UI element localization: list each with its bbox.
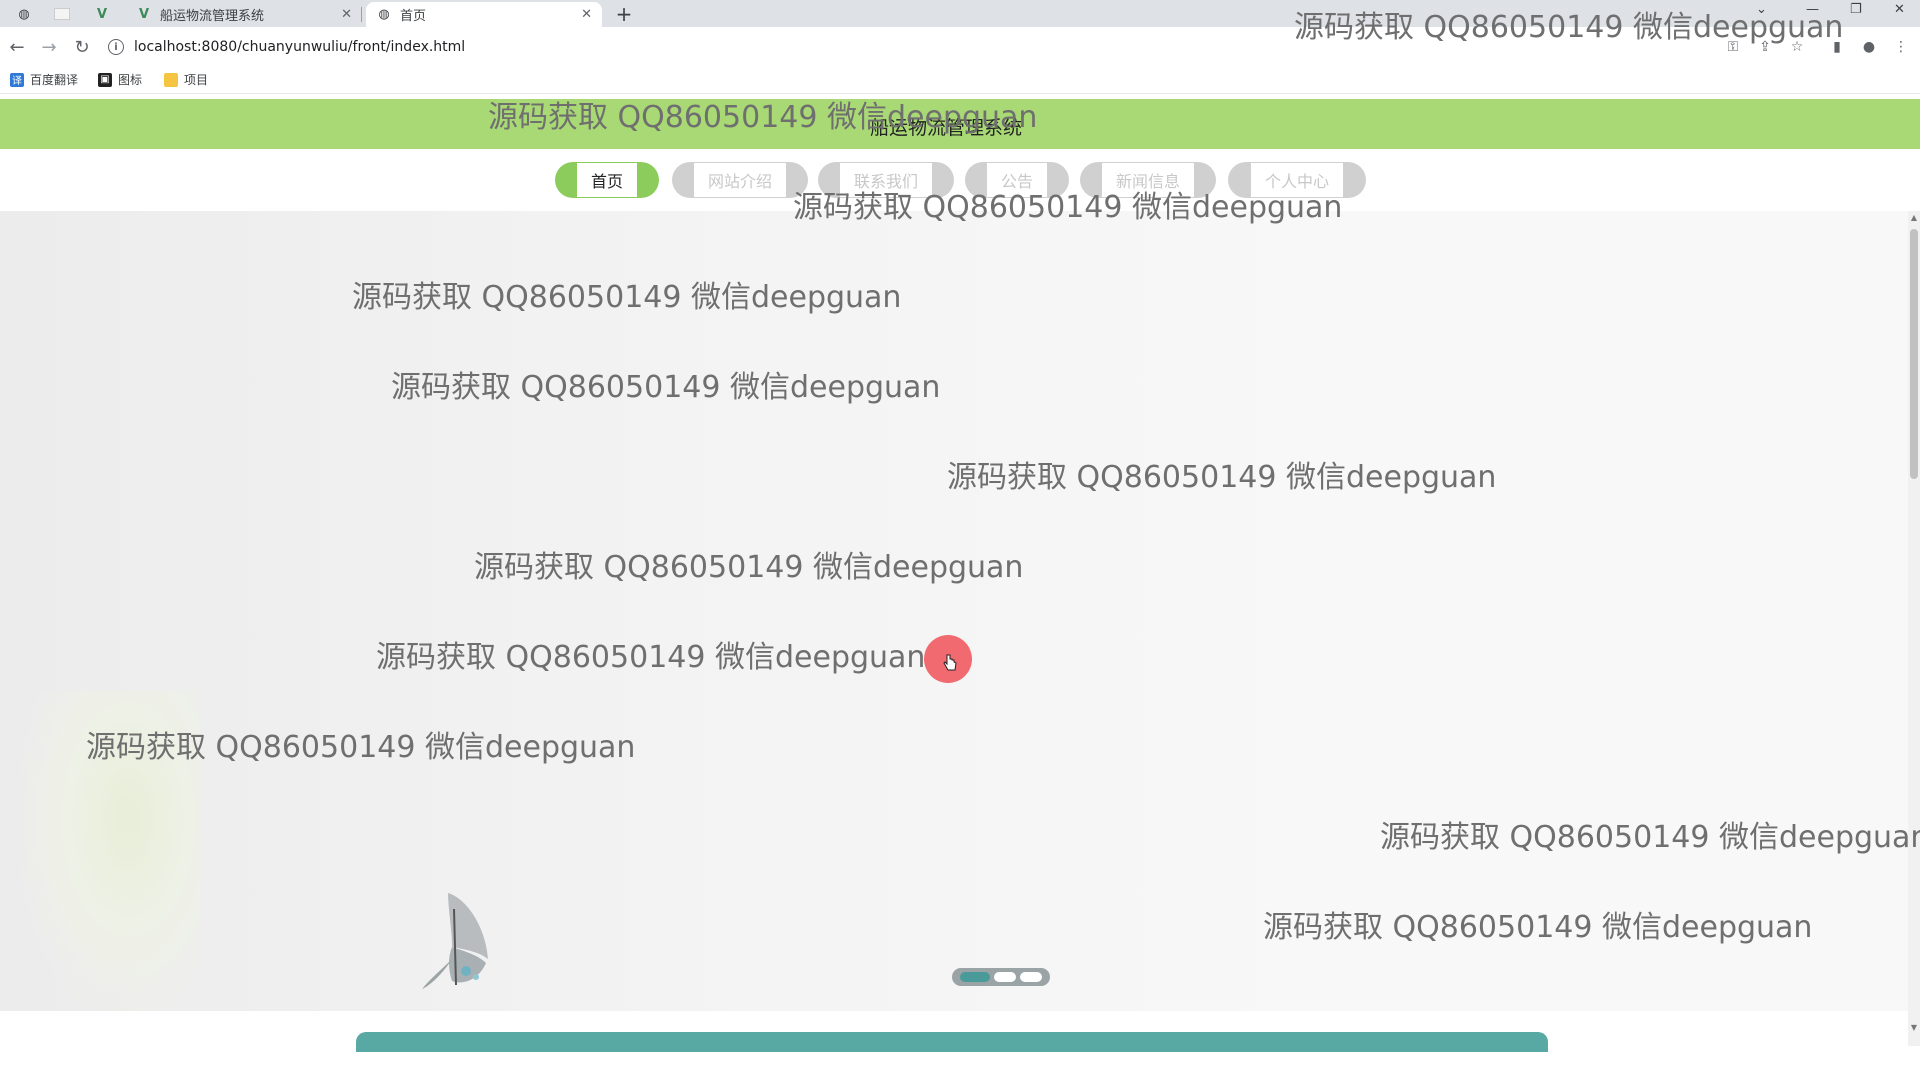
- watermark-text: 源码获取 QQ86050149 微信deepguan: [1380, 820, 1920, 855]
- bookmark-label: 图标: [118, 73, 143, 87]
- pinned-tab-blank[interactable]: [48, 3, 76, 25]
- arrow-right-icon: →: [41, 36, 57, 58]
- nav-item-home[interactable]: 首页: [555, 162, 659, 198]
- vue-logo-icon: V: [138, 7, 150, 22]
- bookmarks-bar: 译 百度翻译 ▣ 图标 项目: [0, 67, 1920, 94]
- bookmark-label: 项目: [184, 73, 209, 87]
- page-scrollbar[interactable]: ▲ ▼: [1908, 211, 1920, 1046]
- bookmark-baidu-translate[interactable]: 译 百度翻译: [10, 71, 78, 88]
- url-text: localhost:8080/chuanyunwuliu/front/index…: [134, 39, 466, 55]
- profile-icon[interactable]: ●: [1858, 36, 1880, 58]
- close-window-icon[interactable]: ✕: [1894, 2, 1905, 17]
- info-icon[interactable]: i: [108, 39, 124, 55]
- scroll-up-icon[interactable]: ▲: [1910, 213, 1918, 222]
- image-icon: ▣: [98, 72, 112, 87]
- watermark-text: 源码获取 QQ86050149 微信deepguan: [1263, 910, 1813, 945]
- nav-item-label: 首页: [576, 163, 637, 197]
- tab-management-system[interactable]: V 船运物流管理系统 ✕: [126, 2, 362, 27]
- globe-icon: ◍: [18, 6, 30, 22]
- butterfly-image: [422, 893, 488, 989]
- carousel-dot[interactable]: [1020, 972, 1042, 982]
- carousel-dot[interactable]: [960, 972, 990, 982]
- watermark-text: 源码获取 QQ86050149 微信deepguan: [376, 640, 926, 675]
- watermark-text: 源码获取 QQ86050149 微信deepguan: [474, 550, 1024, 585]
- tab-title: 船运物流管理系统: [160, 9, 265, 24]
- blank-page-icon: [54, 8, 70, 20]
- pinned-tab-globe[interactable]: ◍: [10, 3, 38, 25]
- arrow-left-icon: ←: [9, 36, 25, 58]
- globe-icon: ◍: [378, 7, 390, 22]
- nav-item-about[interactable]: 网站介绍: [672, 162, 808, 198]
- watermark-text: 源码获取 QQ86050149 微信deepguan: [488, 100, 1038, 135]
- reload-icon: ↻: [74, 36, 90, 58]
- watermark-text: 源码获取 QQ86050149 微信deepguan: [391, 370, 941, 405]
- watermark-text: 源码获取 QQ86050149 微信deepguan: [947, 460, 1497, 495]
- reload-button[interactable]: ↻: [71, 36, 93, 58]
- bookmark-label: 百度翻译: [30, 73, 79, 87]
- carousel-banner[interactable]: [0, 211, 1908, 1011]
- pinned-tab-vue[interactable]: V: [88, 3, 116, 25]
- scroll-down-icon[interactable]: ▼: [1910, 1023, 1918, 1032]
- bookmark-icons[interactable]: ▣ 图标: [98, 71, 142, 88]
- menu-icon[interactable]: ⋮: [1890, 36, 1912, 58]
- carousel-indicators: [952, 968, 1050, 986]
- restore-icon[interactable]: ❐: [1850, 2, 1862, 17]
- scroll-thumb[interactable]: [1910, 229, 1918, 479]
- vue-logo-icon: V: [96, 6, 108, 22]
- translate-icon: 译: [10, 72, 24, 87]
- back-button[interactable]: ←: [6, 36, 28, 58]
- close-icon[interactable]: ✕: [341, 7, 352, 22]
- tab-home[interactable]: ◍ 首页 ✕: [366, 2, 602, 27]
- folder-icon: [164, 72, 178, 87]
- tab-title: 首页: [400, 9, 427, 24]
- watermark-text: 源码获取 QQ86050149 微信deepguan: [1294, 10, 1844, 45]
- watermark-text: 源码获取 QQ86050149 微信deepguan: [352, 280, 902, 315]
- nav-item-label: 网站介绍: [693, 163, 786, 197]
- close-icon[interactable]: ✕: [581, 7, 592, 22]
- bookmark-projects[interactable]: 项目: [164, 71, 208, 88]
- watermark-text: 源码获取 QQ86050149 微信deepguan: [86, 730, 636, 765]
- watermark-text: 源码获取 QQ86050149 微信deepguan: [793, 190, 1343, 225]
- section-bar: [356, 1032, 1548, 1052]
- forward-button[interactable]: →: [38, 36, 60, 58]
- carousel-dot[interactable]: [994, 972, 1016, 982]
- new-tab-button[interactable]: +: [612, 3, 636, 25]
- cursor-highlight: [924, 635, 972, 683]
- hand-cursor-icon: [943, 654, 957, 671]
